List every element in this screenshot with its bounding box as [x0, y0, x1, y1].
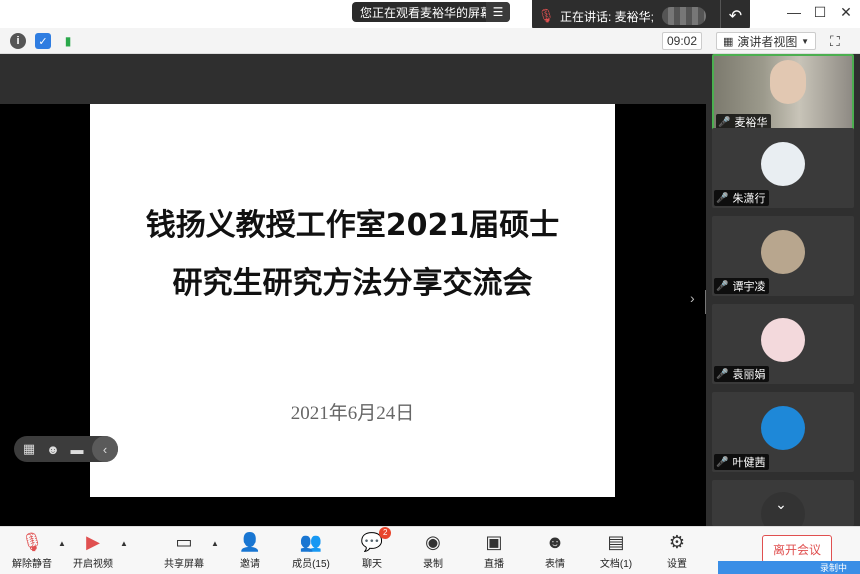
participant-name: 谭宇凌: [732, 281, 766, 293]
share-top-band: [0, 54, 706, 104]
avatar: [761, 318, 805, 362]
recording-tag: 录制中: [718, 561, 860, 574]
add-user-icon: 👤: [238, 532, 262, 552]
viewing-screen-indicator: 您正在观看麦裕华的屏幕 ☰: [352, 2, 510, 22]
meeting-info-bar: i ✓ ▮ 09:02 ▦ 演讲者视图 ▼ ⛶: [0, 28, 860, 54]
share-screen-label: 共享屏幕: [164, 559, 204, 570]
meeting-toolbar: 🎙 解除静音 ▲ ▶ 开启视频 ▲ ▭ 共享屏幕 ▲ 👤 邀请 👥 成员(15)…: [0, 526, 860, 574]
share-screen-icon: ▭: [175, 532, 193, 552]
viewing-text: 您正在观看麦裕华的屏幕: [360, 5, 493, 20]
chat-bubble-icon[interactable]: ▬: [68, 442, 86, 457]
mic-icon: 🎤: [718, 116, 731, 128]
chevron-down-icon: ▼: [801, 36, 809, 46]
participant-name: 袁丽娟: [732, 369, 766, 381]
gear-icon: ⚙: [668, 532, 686, 552]
audio-options-caret[interactable]: ▲: [58, 539, 66, 548]
unmute-button[interactable]: 🎙 解除静音: [5, 531, 59, 571]
info-icon[interactable]: i: [10, 33, 26, 49]
participant-tile[interactable]: 🎤 袁丽娟: [712, 304, 854, 384]
record-button[interactable]: ◉ 录制: [406, 531, 460, 571]
members-icon: 👥: [299, 532, 323, 552]
mic-muted-icon: 🎤: [716, 192, 729, 204]
live-button[interactable]: ▣ 直播: [467, 531, 521, 571]
mic-muted-icon: 🎙: [20, 532, 44, 552]
live-label: 直播: [484, 559, 504, 570]
settings-label: 设置: [667, 559, 687, 570]
participant-tile[interactable]: 🎤 麦裕华: [712, 54, 854, 134]
participants-panel: 🎤 麦裕华 🎤 朱潇行 🎤 谭宇凌 🎤 袁丽娟 🎤 叶健茜: [706, 54, 860, 526]
chat-label: 聊天: [362, 559, 382, 570]
record-label: 录制: [423, 559, 443, 570]
invite-button[interactable]: 👤 邀请: [223, 531, 277, 571]
start-video-button[interactable]: ▶ 开启视频: [66, 531, 120, 571]
reactions-label: 表情: [545, 559, 565, 570]
chevron-down-icon[interactable]: ⌄: [766, 496, 796, 518]
chat-button[interactable]: 💬 2 聊天: [345, 527, 399, 571]
shield-icon[interactable]: ✓: [35, 33, 51, 49]
members-button[interactable]: 👥 成员(15): [284, 531, 338, 571]
blurred-names: [662, 7, 707, 25]
slide-title-line1: 钱扬义教授工作室2021届硕士: [145, 208, 560, 243]
record-icon: ◉: [425, 532, 441, 552]
unmute-label: 解除静音: [12, 559, 52, 570]
share-options-caret[interactable]: ▲: [211, 539, 219, 548]
chevron-right-icon[interactable]: ›: [690, 290, 695, 306]
person-face: [770, 60, 806, 104]
view-mode-label: 演讲者视图: [737, 34, 798, 49]
maximize-button[interactable]: ☐: [810, 4, 830, 21]
avatar: [761, 230, 805, 274]
menu-icon[interactable]: ☰: [486, 2, 510, 22]
participant-tile[interactable]: 🎤 朱潇行: [712, 128, 854, 208]
title-bar: 您正在观看麦裕华的屏幕 ☰ 🎙 正在讲话: 麦裕华; ↶ — ☐ ✕: [0, 0, 860, 32]
participant-name: 朱潇行: [732, 193, 766, 205]
fullscreen-icon[interactable]: ⛶: [830, 33, 846, 49]
slide-date: 2021年6月24日: [290, 403, 415, 424]
collapse-icon[interactable]: ‹: [92, 436, 118, 462]
settings-button[interactable]: ⚙ 设置: [650, 531, 704, 571]
participant-name-tag: 🎤 袁丽娟: [714, 366, 770, 382]
layout-icon[interactable]: ▦: [20, 441, 38, 457]
video-options-caret[interactable]: ▲: [120, 539, 128, 548]
reactions-button[interactable]: ☻ 表情: [528, 531, 582, 571]
speaking-text: 正在讲话: 麦裕华;: [560, 9, 655, 24]
close-button[interactable]: ✕: [836, 4, 856, 21]
emoji-icon[interactable]: ☻: [44, 442, 62, 457]
documents-button[interactable]: ▤ 文档(1): [589, 531, 643, 571]
grid-icon: ▦: [723, 35, 734, 48]
shared-slide: 钱扬义教授工作室2021届硕士 研究生研究方法分享交流会 2021年6月24日: [90, 104, 615, 497]
members-label: 成员(15): [292, 559, 330, 570]
chat-badge: 2: [379, 527, 392, 539]
mic-muted-icon: 🎤: [716, 280, 729, 292]
documents-label: 文档(1): [599, 559, 633, 570]
avatar: [761, 406, 805, 450]
floating-toolbar: ▦ ☻ ▬ ‹: [14, 436, 118, 462]
live-stream-icon: ▣: [485, 532, 503, 552]
share-screen-button[interactable]: ▭ 共享屏幕: [157, 531, 211, 571]
meeting-timer: 09:02: [662, 32, 702, 50]
document-icon: ▤: [607, 532, 625, 552]
start-video-label: 开启视频: [73, 559, 113, 570]
participant-name-tag: 🎤 朱潇行: [714, 190, 770, 206]
participant-name-tag: 🎤 叶健茜: [714, 454, 770, 470]
leave-meeting-button[interactable]: 离开会议: [762, 535, 832, 563]
chat-icon: 💬 2: [361, 527, 392, 553]
emoji-icon: ☻: [545, 532, 565, 552]
signal-icon[interactable]: ▮: [60, 33, 76, 49]
video-off-icon: ▶: [86, 532, 100, 552]
avatar: [761, 142, 805, 186]
slide-title-line2: 研究生研究方法分享交流会: [172, 266, 533, 301]
mic-muted-icon: 🎙: [537, 8, 555, 23]
participant-tile[interactable]: 🎤 叶健茜: [712, 392, 854, 472]
participant-name-tag: 🎤 谭宇凌: [714, 278, 770, 294]
mic-muted-icon: 🎤: [716, 456, 729, 468]
mic-muted-icon: 🎤: [716, 368, 729, 380]
invite-label: 邀请: [240, 559, 260, 570]
minimize-button[interactable]: —: [784, 4, 804, 20]
participant-name: 叶健茜: [732, 457, 766, 469]
view-mode-dropdown[interactable]: ▦ 演讲者视图 ▼: [716, 32, 816, 50]
participant-tile[interactable]: 🎤 谭宇凌: [712, 216, 854, 296]
